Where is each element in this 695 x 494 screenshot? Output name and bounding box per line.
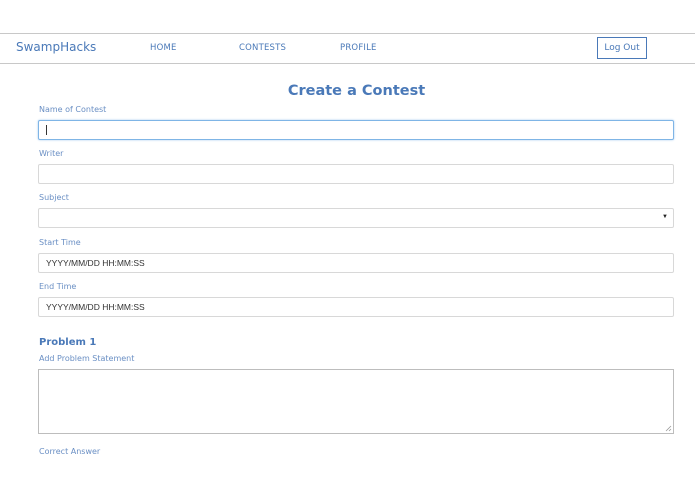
end-time-placeholder: YYYY/MM/DD HH:MM:SS xyxy=(46,302,145,312)
text-caret xyxy=(46,125,47,135)
triangle-down-icon: ▼ xyxy=(662,214,668,220)
start-time-input[interactable]: YYYY/MM/DD HH:MM:SS xyxy=(38,253,674,273)
problem-statement-label: Add Problem Statement xyxy=(39,354,135,363)
end-time-label: End Time xyxy=(39,282,77,291)
problem-title: Problem 1 xyxy=(39,337,97,348)
start-time-placeholder: YYYY/MM/DD HH:MM:SS xyxy=(46,258,145,268)
page-title: Create a Contest xyxy=(287,83,426,99)
contest-name-input[interactable] xyxy=(38,120,674,140)
top-band xyxy=(0,0,695,33)
subject-label: Subject xyxy=(39,193,69,202)
contest-name-label: Name of Contest xyxy=(39,105,107,114)
writer-label: Writer xyxy=(39,149,64,158)
nav-profile[interactable]: PROFILE xyxy=(340,43,377,53)
writer-input[interactable] xyxy=(38,164,674,184)
nav-contests[interactable]: CONTESTS xyxy=(239,43,286,53)
navbar: SwampHacks HOME CONTESTS PROFILE Log Out xyxy=(0,33,695,64)
nav-home[interactable]: HOME xyxy=(150,43,177,53)
brand-logo[interactable]: SwampHacks xyxy=(16,40,96,54)
start-time-label: Start Time xyxy=(39,238,81,247)
logout-button[interactable]: Log Out xyxy=(597,37,647,59)
end-time-input[interactable]: YYYY/MM/DD HH:MM:SS xyxy=(38,297,674,317)
resize-grip-icon[interactable] xyxy=(665,425,672,432)
correct-answer-label: Correct Answer xyxy=(39,447,101,456)
problem-statement-textarea[interactable] xyxy=(38,369,674,434)
subject-select[interactable]: ▼ xyxy=(38,208,674,228)
